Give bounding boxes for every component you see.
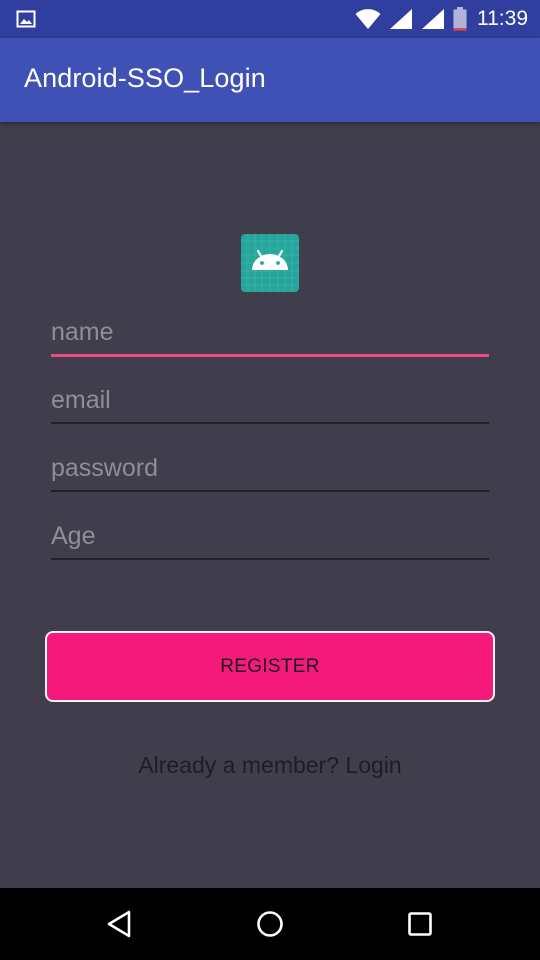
wifi-icon <box>355 9 381 29</box>
back-icon[interactable] <box>103 907 137 941</box>
email-input[interactable] <box>51 378 489 424</box>
android-icon <box>241 234 299 292</box>
register-screen: 11:39 Android-SSO_Login name email Age R… <box>0 0 540 960</box>
status-bar: 11:39 <box>0 0 540 38</box>
app-logo <box>241 234 299 292</box>
signal-icon <box>390 9 412 29</box>
password-input[interactable] <box>51 446 489 492</box>
app-title: Android-SSO_Login <box>24 63 266 93</box>
name-input[interactable] <box>51 311 489 357</box>
email-field-container <box>51 378 489 432</box>
register-button[interactable]: REGISTER <box>45 631 495 702</box>
status-icons: 11:39 <box>347 0 528 38</box>
status-time: 11:39 <box>477 7 528 30</box>
age-field-container <box>51 514 489 568</box>
login-link[interactable]: Already a member? Login <box>0 752 540 779</box>
recents-icon[interactable] <box>403 907 437 941</box>
password-field-container <box>51 446 489 500</box>
image-icon <box>16 10 36 28</box>
signal-icon <box>422 9 444 29</box>
home-icon[interactable] <box>253 907 287 941</box>
name-field-container <box>51 311 489 365</box>
app-bar: Android-SSO_Login <box>0 38 540 122</box>
navigation-bar <box>0 888 540 960</box>
age-input[interactable] <box>51 514 489 560</box>
battery-icon <box>453 7 467 31</box>
